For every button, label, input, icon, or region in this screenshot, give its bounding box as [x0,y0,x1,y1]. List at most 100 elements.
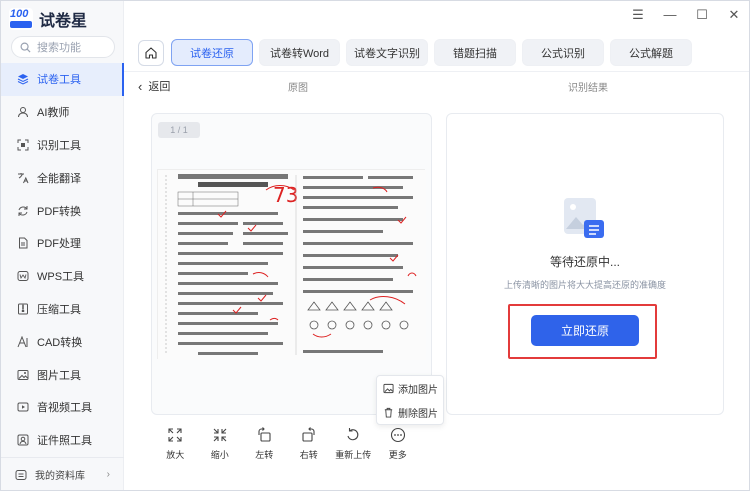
image-toolbar: 放大 缩小 左转 右转 重新上传 更多 [153,427,420,461]
rotate-right-icon [302,427,315,442]
rotate-left-icon [258,427,271,442]
tab-bar: 试卷还原 试卷转Word 试卷文字识别 错题扫描 公式识别 公式解题 [171,39,692,66]
rotate-left-label: 左转 [255,450,274,460]
home-button[interactable] [138,40,164,66]
sidebar-item-label: WPS工具 [37,271,85,284]
hint-text: 上传清晰的图片将大大提高还原的准确度 [503,280,666,290]
result-panel: 等待还原中... 上传清晰的图片将大大提高还原的准确度 立即还原 [446,113,724,415]
image-icon [17,369,29,380]
delete-image-menu-item[interactable]: 删除图片 [377,400,443,424]
sidebar-item-label: AI教师 [37,107,70,120]
rotate-right-button[interactable]: 右转 [287,427,332,461]
sidebar-item-label: PDF转换 [37,205,81,218]
add-image-icon [383,383,394,393]
search-icon [20,42,31,53]
sidebar-item-label: 证件照工具 [37,435,92,448]
app-title: 试卷星 [39,13,88,30]
my-library-label: 我的资料库 [35,471,85,482]
close-icon[interactable]: ✕ [727,7,741,23]
app-window: 100 试卷星 搜索功能 试卷工具 AI教师 识别工具 全能翻译 PDF转换 P… [0,0,750,491]
logo-icon: 100 [9,8,33,30]
sidebar-item-label: 全能翻译 [37,172,81,185]
tab-paper-restore[interactable]: 试卷还原 [171,39,253,66]
sidebar: 100 试卷星 搜索功能 试卷工具 AI教师 识别工具 全能翻译 PDF转换 P… [1,1,124,490]
status-text: 等待还原中... [549,255,620,269]
rotate-right-label: 右转 [299,450,318,460]
more-menu: 添加图片 删除图片 [376,375,444,425]
restore-now-button[interactable]: 立即还原 [531,315,639,346]
sidebar-item-compress[interactable]: 压缩工具 [1,293,124,326]
minimize-icon[interactable]: — [663,7,677,23]
sidebar-item-recognition[interactable]: 识别工具 [1,129,124,162]
compress-icon [18,303,28,315]
search-placeholder: 搜索功能 [37,42,81,54]
chevron-right-icon: › [106,469,110,480]
sub-header: ‹ 返回 原图 识别结果 [138,75,749,97]
sidebar-item-label: 图片工具 [37,369,81,382]
back-button[interactable]: ‹ 返回 [138,78,170,94]
window-controls: ☰ — ☐ ✕ [631,7,741,23]
scan-icon [17,139,29,151]
search-input[interactable]: 搜索功能 [11,36,115,58]
menu-icon[interactable]: ☰ [631,7,645,23]
my-library-link[interactable]: 我的资料库 › [1,457,124,490]
teacher-icon [18,107,28,118]
more-button[interactable]: 更多 [376,427,421,461]
id-photo-icon [17,434,29,446]
result-label: 识别结果 [568,82,608,94]
add-image-menu-item[interactable]: 添加图片 [377,376,443,400]
tab-wrong-question-scan[interactable]: 错题扫描 [434,39,516,66]
layers-icon [17,74,29,85]
add-image-label: 添加图片 [398,384,438,396]
tab-paper-ocr[interactable]: 试卷文字识别 [346,39,428,66]
tab-formula-recognition[interactable]: 公式识别 [522,39,604,66]
sidebar-item-label: 压缩工具 [37,303,81,316]
sidebar-item-pdf-convert[interactable]: PDF转换 [1,194,124,227]
divider [124,71,749,72]
reupload-button[interactable]: 重新上传 [331,427,376,461]
sidebar-item-paper-tools[interactable]: 试卷工具 [1,63,124,96]
zoom-in-label: 放大 [166,450,185,460]
expand-icon [168,428,182,442]
more-label: 更多 [388,450,407,460]
back-label: 返回 [148,81,171,93]
sidebar-item-media[interactable]: 音视频工具 [1,391,124,424]
translate-icon [18,172,29,183]
sidebar-item-translate[interactable]: 全能翻译 [1,161,124,194]
chevron-left-icon: ‹ [138,78,143,94]
more-icon [390,427,405,443]
sidebar-item-wps[interactable]: WPS工具 [1,260,124,293]
sidebar-item-label: 识别工具 [37,139,81,152]
maximize-icon[interactable]: ☐ [695,7,709,23]
pdf-process-icon [19,237,28,249]
original-label: 原图 [288,82,308,94]
exam-paper-image: 73 [157,169,426,360]
refresh-icon [347,428,359,441]
sidebar-item-label: 音视频工具 [37,402,92,415]
wps-icon [17,271,29,282]
logo-number: 100 [10,8,29,20]
library-icon [15,469,27,480]
app-logo: 100 试卷星 [9,7,87,31]
reupload-label: 重新上传 [335,450,372,460]
zoom-out-button[interactable]: 缩小 [198,427,243,461]
sidebar-item-ai-teacher[interactable]: AI教师 [1,96,124,129]
tab-paper-to-word[interactable]: 试卷转Word [259,39,340,66]
tab-formula-solve[interactable]: 公式解题 [610,39,692,66]
sidebar-item-id-photo[interactable]: 证件照工具 [1,424,124,457]
sidebar-nav: 试卷工具 AI教师 识别工具 全能翻译 PDF转换 PDF处理 WPS工具 压缩… [1,63,124,457]
original-image-panel: 1 / 1 73 [151,113,432,415]
home-icon [145,47,157,59]
sidebar-item-label: CAD转换 [37,336,83,349]
media-icon [17,402,29,412]
rotate-left-button[interactable]: 左转 [242,427,287,461]
sidebar-item-cad[interactable]: CAD转换 [1,325,124,358]
image-placeholder-icon [564,198,604,238]
zoom-out-label: 缩小 [210,450,229,460]
cad-icon [17,335,28,347]
sidebar-item-pdf-process[interactable]: PDF处理 [1,227,124,260]
sidebar-item-label: 试卷工具 [37,74,81,87]
sidebar-item-image[interactable]: 图片工具 [1,358,124,391]
sidebar-item-label: PDF处理 [37,238,81,251]
zoom-in-button[interactable]: 放大 [153,427,198,461]
